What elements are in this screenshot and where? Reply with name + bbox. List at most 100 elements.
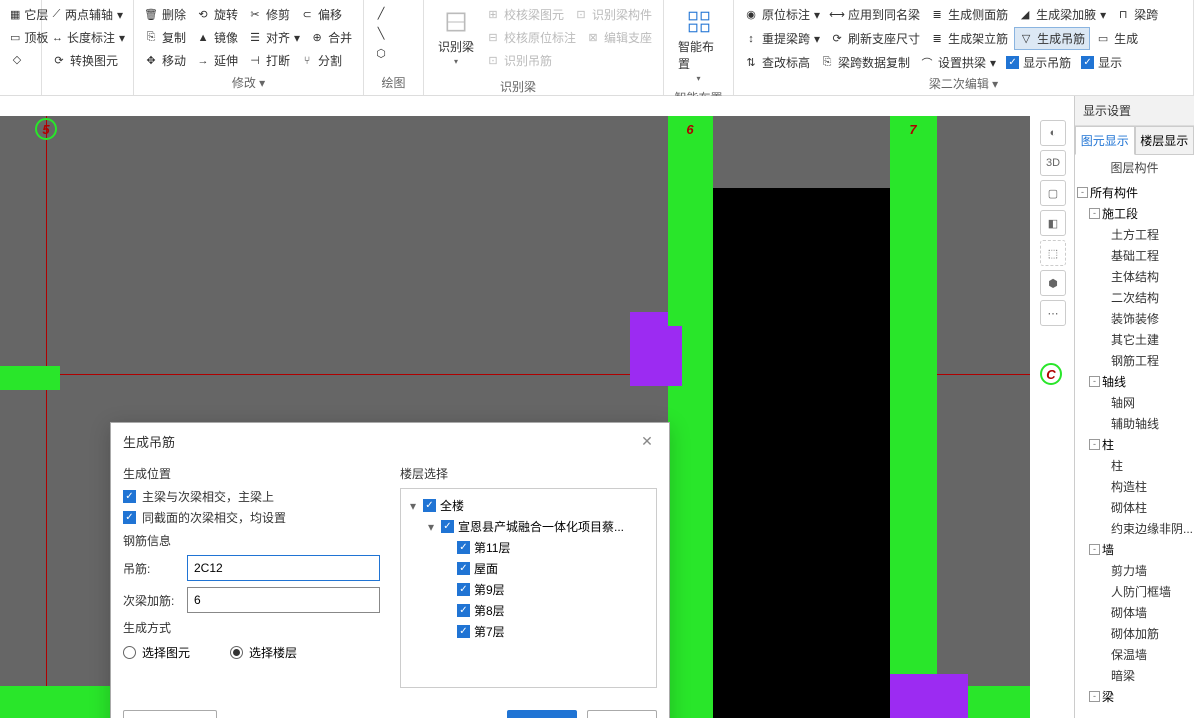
set-arch-beam[interactable]: ⌒设置拱梁 ▾ <box>916 52 1000 73</box>
show-stirrup-check[interactable]: ✓显示吊筋 <box>1002 52 1075 73</box>
view-tool-cube[interactable]: ▢ <box>1040 180 1066 206</box>
view-help-button[interactable]: 查看说明 <box>123 710 217 718</box>
show-check[interactable]: ✓显示 <box>1077 52 1126 73</box>
two-point-aux-axis[interactable]: ⟋两点辅轴 ▾ <box>48 4 127 25</box>
view-tool-globe[interactable]: ◐ <box>1040 120 1066 146</box>
tree-node[interactable]: 轴网 <box>1075 392 1194 413</box>
close-icon[interactable]: ✕ <box>637 431 657 451</box>
tree-node[interactable]: 装饰装修 <box>1075 308 1194 329</box>
refresh-support-dim[interactable]: ⟳刷新支座尺寸 <box>826 27 924 50</box>
re-extract-span[interactable]: ↕重提梁跨 ▾ <box>740 27 824 50</box>
split-button[interactable]: ⑂分割 <box>296 50 346 71</box>
draw-line[interactable]: ╱ <box>370 4 417 22</box>
view-tool-box[interactable]: ⬢ <box>1040 270 1066 296</box>
rotate-button[interactable]: ⟲旋转 <box>192 4 242 25</box>
component-tree[interactable]: -所有构件-施工段土方工程基础工程主体结构二次结构装饰装修其它土建钢筋工程-轴线… <box>1075 180 1194 718</box>
edit-support[interactable]: ⊠编辑支座 <box>582 27 656 48</box>
gen-beam-haunch[interactable]: ◢生成梁加腋 ▾ <box>1014 4 1110 25</box>
gen-erection-rebar[interactable]: ≣生成架立筋 <box>926 27 1012 50</box>
smart-layout-big[interactable]: 智能布置▾ <box>670 4 727 87</box>
dialog-title: 生成吊筋 <box>123 432 175 451</box>
tree-node[interactable]: 构造柱 <box>1075 476 1194 497</box>
mirror-button[interactable]: ▲镜像 <box>192 27 242 48</box>
check-elevation[interactable]: ⇅查改标高 <box>740 52 814 73</box>
identify-stirrup[interactable]: ⊡识别吊筋 <box>482 50 556 71</box>
view-tool-select[interactable]: ⬚ <box>1040 240 1066 266</box>
tree-node[interactable]: 土方工程 <box>1075 224 1194 245</box>
draw-tool[interactable]: ╲ <box>370 24 417 42</box>
view-tool-iso[interactable]: ◧ <box>1040 210 1066 236</box>
tab-element-display[interactable]: 图元显示 <box>1075 126 1135 155</box>
gen-stirrup-button[interactable]: ▽生成吊筋 <box>1014 27 1090 50</box>
break-button[interactable]: ⊣打断 <box>244 50 294 71</box>
tree-node[interactable]: 剪力墙 <box>1075 560 1194 581</box>
floor-tree-item[interactable]: ✓第11层 <box>407 537 650 558</box>
tree-node[interactable]: -梁 <box>1075 686 1194 707</box>
tree-node[interactable]: 砌体墙 <box>1075 602 1194 623</box>
same-section-sub-check[interactable]: ✓同截面的次梁相交，均设置 <box>123 509 380 526</box>
verify-origin-annotation[interactable]: ⊟校核原位标注 <box>482 27 580 48</box>
verify-beam-element[interactable]: ⊞校核梁图元 <box>482 4 568 25</box>
merge-button[interactable]: ⊕合并 <box>306 27 356 48</box>
tree-node[interactable]: 柱 <box>1075 455 1194 476</box>
gen-button[interactable]: ▭生成 <box>1092 27 1142 50</box>
align-button[interactable]: ☰对齐 ▾ <box>244 27 304 48</box>
draw-tool[interactable]: ⬡ <box>370 44 417 62</box>
tree-node[interactable]: 辅助轴线 <box>1075 413 1194 434</box>
drawing-canvas[interactable]: 5 6 7 C ◐ 3D ▢ ◧ ⬚ ⬢ ⋯ 生成吊筋 ✕ 生成位置 <box>0 96 1074 718</box>
floor-tree-item[interactable]: ✓屋面 <box>407 558 650 579</box>
tree-node[interactable]: 基础工程 <box>1075 245 1194 266</box>
tree-node[interactable]: 其它土建 <box>1075 329 1194 350</box>
ribbon-item[interactable]: ▦它层 <box>6 4 35 25</box>
group-label: 识别梁 <box>500 76 536 95</box>
view-tool-3d[interactable]: 3D <box>1040 150 1066 176</box>
identify-beam-big[interactable]: 识别梁▾ <box>430 4 482 91</box>
sub-beam-rebar-input[interactable] <box>187 587 380 613</box>
tree-node[interactable]: 暗梁 <box>1075 665 1194 686</box>
stirrup-input[interactable] <box>187 555 380 581</box>
ribbon-item[interactable]: ▭顶板 <box>6 27 35 48</box>
checkbox-icon: ✓ <box>1081 56 1094 69</box>
tree-node[interactable]: 砌体柱 <box>1075 497 1194 518</box>
tree-node[interactable]: 钢筋工程 <box>1075 350 1194 371</box>
field-label: 次梁加筋: <box>123 592 179 609</box>
floor-tree-item[interactable]: ✓第9层 <box>407 579 650 600</box>
cancel-button[interactable]: 取消 <box>587 710 657 718</box>
origin-annotation[interactable]: ◉原位标注 ▾ <box>740 4 824 25</box>
floor-tree-item[interactable]: ✓第8层 <box>407 600 650 621</box>
convert-element[interactable]: ⟳转换图元 <box>48 50 127 71</box>
copy-button[interactable]: ⎘复制 <box>140 27 190 48</box>
offset-button[interactable]: ⊂偏移 <box>296 4 346 25</box>
tree-node[interactable]: 砌体加筋 <box>1075 623 1194 644</box>
tree-node[interactable]: -施工段 <box>1075 203 1194 224</box>
floor-tree-item[interactable]: ✓第7层 <box>407 621 650 642</box>
gen-side-rebar[interactable]: ≣生成侧面筋 <box>926 4 1012 25</box>
identify-beam-component[interactable]: ⊡识别梁构件 <box>570 4 656 25</box>
tree-node[interactable]: 人防门框墙 <box>1075 581 1194 602</box>
beam-span[interactable]: ⊓梁跨 <box>1112 4 1162 25</box>
select-element-radio[interactable]: 选择图元 <box>123 644 190 661</box>
tree-node[interactable]: 二次结构 <box>1075 287 1194 308</box>
main-sub-intersect-check[interactable]: ✓主梁与次梁相交，主梁上 <box>123 488 380 505</box>
tree-node[interactable]: -墙 <box>1075 539 1194 560</box>
tree-node[interactable]: 约束边缘非阴... <box>1075 518 1194 539</box>
move-button[interactable]: ✥移动 <box>140 50 190 71</box>
tree-node[interactable]: -柱 <box>1075 434 1194 455</box>
length-annotation[interactable]: ↔长度标注 ▾ <box>48 27 127 48</box>
ok-button[interactable]: 确定 <box>507 710 577 718</box>
tree-node[interactable]: 主体结构 <box>1075 266 1194 287</box>
apply-same-beam[interactable]: ⟷应用到同名梁 <box>826 4 924 25</box>
tab-floor-display[interactable]: 楼层显示 <box>1135 126 1194 155</box>
tree-node[interactable]: -所有构件 <box>1075 182 1194 203</box>
tree-node[interactable]: -轴线 <box>1075 371 1194 392</box>
trim-button[interactable]: ✂修剪 <box>244 4 294 25</box>
view-tool-more[interactable]: ⋯ <box>1040 300 1066 326</box>
floor-tree[interactable]: ▾✓全楼 ▾✓宣恩县产城融合一体化项目蔡... ✓第11层✓屋面✓第9层✓第8层… <box>400 488 657 688</box>
tree-node[interactable]: 保温墙 <box>1075 644 1194 665</box>
extend-button[interactable]: →延伸 <box>192 50 242 71</box>
ribbon-item[interactable]: ◇ <box>6 50 35 68</box>
delete-button[interactable]: 🗑删除 <box>140 4 190 25</box>
span-data-copy[interactable]: ⎘梁跨数据复制 <box>816 52 914 73</box>
select-floor-radio[interactable]: 选择楼层 <box>230 644 297 661</box>
group-label: 修改 ▾ <box>140 72 357 91</box>
